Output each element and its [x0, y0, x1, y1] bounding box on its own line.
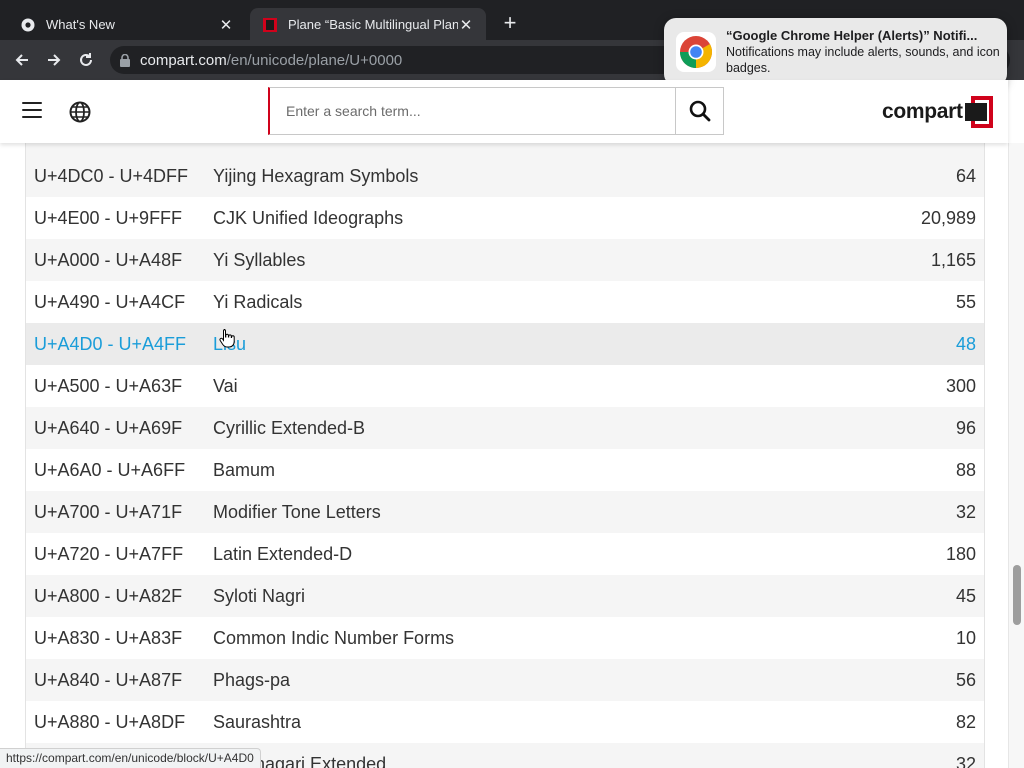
- table-row[interactable]: U+A500 - U+A63F Vai 300: [26, 365, 984, 407]
- block-range-link[interactable]: U+4DC0 - U+4DFF: [26, 166, 213, 187]
- block-name-link[interactable]: Phags-pa: [213, 670, 824, 691]
- block-range-link[interactable]: U+A700 - U+A71F: [26, 502, 213, 523]
- reload-icon[interactable]: [70, 44, 102, 76]
- close-tab-icon[interactable]: ✕: [458, 16, 474, 34]
- table-row[interactable]: U+A4D0 - U+A4FFLisu 48: [26, 323, 984, 365]
- chrome-icon: [20, 17, 36, 33]
- block-name-link[interactable]: Saurashtra: [213, 712, 824, 733]
- block-count: 1,165: [930, 249, 976, 270]
- block-count: 180: [945, 543, 976, 564]
- block-count: 55: [955, 291, 976, 312]
- table-row[interactable]: U+A000 - U+A48F Yi Syllables 1,165: [26, 239, 984, 281]
- block-range-link[interactable]: U+A000 - U+A48F: [26, 250, 213, 271]
- table-row[interactable]: U+A6A0 - U+A6FF Bamum 88: [26, 449, 984, 491]
- search-input[interactable]: [286, 103, 675, 119]
- scrollbar[interactable]: [1008, 143, 1024, 768]
- chrome-icon: [676, 32, 716, 72]
- table-row[interactable]: U+A800 - U+A82F Syloti Nagri 45: [26, 575, 984, 617]
- block-name-link[interactable]: Vai: [213, 376, 824, 397]
- block-count: 82: [955, 711, 976, 732]
- globe-icon[interactable]: [69, 101, 91, 123]
- block-range-link[interactable]: U+A880 - U+A8DF: [26, 712, 213, 733]
- block-count: 20,989: [920, 207, 976, 228]
- search-field[interactable]: [268, 87, 676, 135]
- compart-logo-icon: [964, 96, 993, 128]
- block-name-link[interactable]: Lisu: [213, 334, 824, 355]
- table-body: U+4DC0 - U+4DFF Yijing Hexagram Symbols 64…: [26, 155, 984, 768]
- block-name-link[interactable]: Yi Syllables: [213, 250, 824, 271]
- logo-text: compart: [882, 100, 963, 123]
- block-count: 64: [955, 165, 976, 186]
- block-range-link[interactable]: U+A490 - U+A4CF: [26, 292, 213, 313]
- block-name-link[interactable]: Yijing Hexagram Symbols: [213, 166, 824, 187]
- table-row[interactable]: U+A840 - U+A87F Phags-pa 56: [26, 659, 984, 701]
- block-range-link[interactable]: U+A640 - U+A69F: [26, 418, 213, 439]
- table-row[interactable]: U+4DC0 - U+4DFF Yijing Hexagram Symbols 64: [26, 155, 984, 197]
- url-host: compart.com: [140, 51, 227, 69]
- table-row[interactable]: U+A880 - U+A8DF Saurashtra 82: [26, 701, 984, 743]
- partial-row: [26, 143, 984, 155]
- menu-icon[interactable]: [22, 102, 42, 120]
- block-name-link[interactable]: Bamum: [213, 460, 824, 481]
- block-count: 10: [955, 627, 976, 648]
- block-name-link[interactable]: Syloti Nagri: [213, 586, 824, 607]
- site-header: compart: [0, 80, 1008, 143]
- tab-basic-multilingual-plane[interactable]: Plane “Basic Multilingual Plane ✕: [250, 8, 486, 41]
- search-button[interactable]: [675, 87, 724, 135]
- link-status-bar: https://compart.com/en/unicode/block/U+A…: [0, 748, 261, 768]
- tab-whats-new[interactable]: What's New ✕: [8, 8, 246, 41]
- block-range-link[interactable]: U+A800 - U+A82F: [26, 586, 213, 607]
- block-name-link[interactable]: Modifier Tone Letters: [213, 502, 824, 523]
- block-count: 45: [955, 585, 976, 606]
- block-name-link[interactable]: Yi Radicals: [213, 292, 824, 313]
- block-name-link[interactable]: CJK Unified Ideographs: [213, 208, 824, 229]
- close-tab-icon[interactable]: ✕: [218, 16, 234, 34]
- chrome-notification[interactable]: “Google Chrome Helper (Alerts)” Notifi..…: [664, 18, 1007, 86]
- block-range-link[interactable]: U+4E00 - U+9FFF: [26, 208, 213, 229]
- block-name-link[interactable]: Latin Extended-D: [213, 544, 824, 565]
- table-row[interactable]: U+A640 - U+A69F Cyrillic Extended-B 96: [26, 407, 984, 449]
- block-range-link[interactable]: U+A720 - U+A7FF: [26, 544, 213, 565]
- search-icon: [689, 100, 710, 122]
- new-tab-icon[interactable]: +: [498, 12, 522, 36]
- block-range-link[interactable]: U+A840 - U+A87F: [26, 670, 213, 691]
- table-row[interactable]: U+A720 - U+A7FF Latin Extended-D 180: [26, 533, 984, 575]
- block-count: 32: [955, 501, 976, 522]
- lock-icon: [120, 53, 130, 67]
- unicode-blocks-table: U+4DC0 - U+4DFF Yijing Hexagram Symbols 64…: [25, 143, 985, 768]
- table-row[interactable]: U+A700 - U+A71F Modifier Tone Letters 32: [26, 491, 984, 533]
- block-count: 96: [955, 417, 976, 438]
- block-count: 48: [955, 333, 976, 354]
- compart-logo[interactable]: compart: [882, 96, 995, 128]
- url-path: /en/unicode/plane/U+0000: [226, 51, 403, 69]
- forward-icon[interactable]: [38, 44, 70, 76]
- table-row[interactable]: U+4E00 - U+9FFF CJK Unified Ideographs 20,…: [26, 197, 984, 239]
- tab-title: What's New: [46, 17, 115, 32]
- tab-title: Plane “Basic Multilingual Plane: [288, 17, 458, 32]
- block-count: 32: [955, 753, 976, 768]
- block-count: 56: [955, 669, 976, 690]
- block-range-link[interactable]: U+A500 - U+A63F: [26, 376, 213, 397]
- block-range-link[interactable]: U+A6A0 - U+A6FF: [26, 460, 213, 481]
- notification-title: “Google Chrome Helper (Alerts)” Notifi..…: [726, 28, 978, 43]
- block-name-link[interactable]: Common Indic Number Forms: [213, 628, 824, 649]
- block-count: 88: [955, 459, 976, 480]
- block-name-link[interactable]: Devanagari Extended: [213, 754, 824, 768]
- table-row[interactable]: U+A490 - U+A4CF Yi Radicals 55: [26, 281, 984, 323]
- block-range-link[interactable]: U+A830 - U+A83F: [26, 628, 213, 649]
- hand-cursor-icon: [219, 329, 235, 348]
- block-count: 300: [945, 375, 976, 396]
- compart-favicon-icon: [262, 17, 278, 33]
- block-range-link[interactable]: U+A4D0 - U+A4FF: [26, 334, 213, 355]
- table-row[interactable]: U+A830 - U+A83F Common Indic Number Forms…: [26, 617, 984, 659]
- notification-body: Notifications may include alerts, sounds…: [726, 45, 1000, 75]
- block-name-link[interactable]: Cyrillic Extended-B: [213, 418, 824, 439]
- back-icon[interactable]: [6, 44, 38, 76]
- scrollbar-thumb[interactable]: [1013, 565, 1021, 625]
